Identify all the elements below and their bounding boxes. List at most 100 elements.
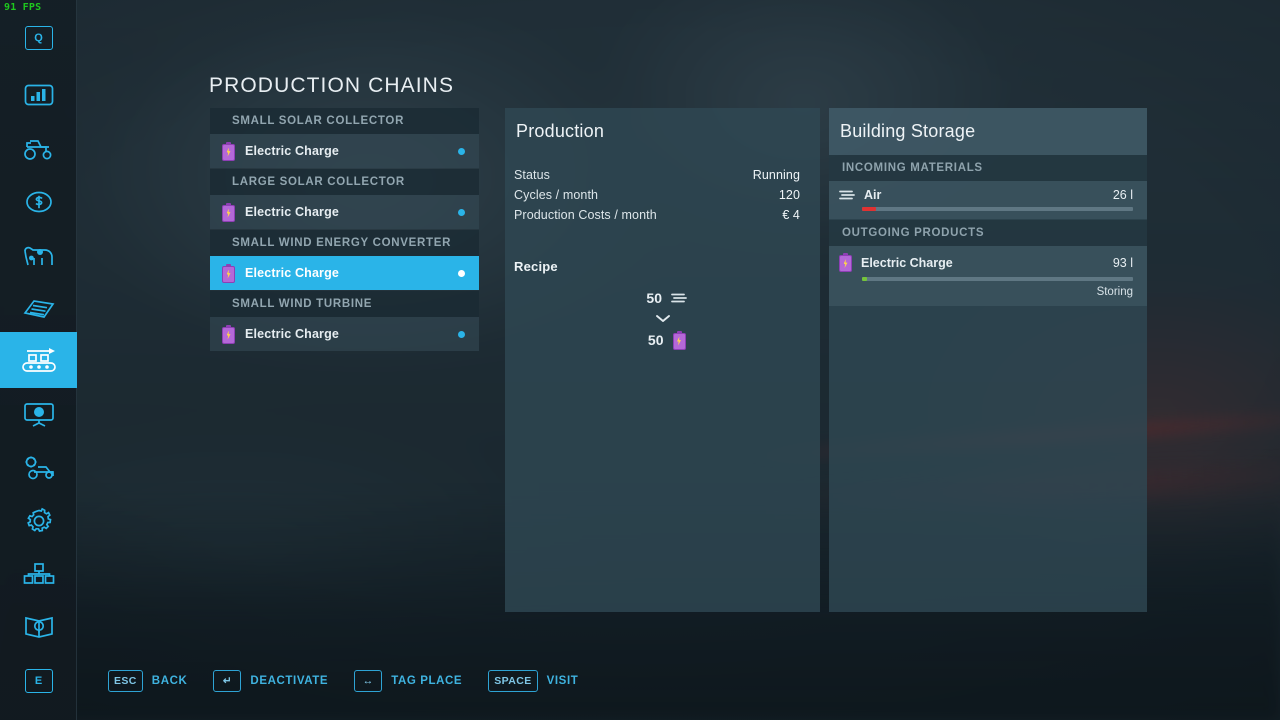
stat-value: Running (753, 168, 800, 182)
chain-row-label: Electric Charge (245, 266, 458, 280)
sidebar-item-statistics[interactable] (0, 67, 77, 123)
key-esc-icon: ESC (108, 670, 143, 692)
chain-row[interactable]: Electric Charge (210, 134, 479, 168)
stat-label: Production Costs / month (514, 208, 657, 222)
recipe-input-amount: 50 (638, 290, 662, 306)
hint-label: TAG PLACE (391, 675, 462, 687)
key-space-icon: SPACE (488, 670, 537, 692)
recipe-output-row: 50 (640, 329, 686, 351)
storage-item-qty: 93 l (1113, 256, 1133, 270)
stat-row-costs: Production Costs / month € 4 (514, 208, 800, 228)
stat-value: 120 (779, 188, 800, 202)
chain-group-header: SMALL WIND TURBINE (210, 291, 479, 317)
chain-group-header: SMALL SOLAR COLLECTOR (210, 108, 479, 134)
production-panel-title: Production (505, 108, 820, 155)
storage-panel-title: Building Storage (829, 108, 1147, 155)
storage-group-header-incoming: INCOMING MATERIALS (829, 155, 1147, 181)
sidebar-item-help[interactable] (0, 599, 77, 655)
sidebar-item-key-e[interactable]: E (0, 653, 77, 709)
key-enter-icon: ↵ (213, 670, 241, 692)
electric-charge-icon (222, 142, 235, 161)
storage-item-name: Electric Charge (861, 256, 1113, 270)
storage-row-top: Electric Charge 93 l (839, 253, 1133, 272)
key-q-icon: Q (25, 26, 53, 50)
help-book-icon (23, 614, 55, 640)
tractor-icon (21, 136, 57, 162)
sidebar-item-production-chains[interactable] (0, 332, 77, 388)
storage-row-air[interactable]: Air 26 l (829, 181, 1147, 219)
production-chain-list[interactable]: SMALL SOLAR COLLECTOR Electric Charge LA… (210, 108, 479, 352)
sidebar-item-multiplayer[interactable] (0, 546, 77, 602)
page-title: PRODUCTION CHAINS (209, 74, 454, 98)
sidebar-item-vehicles[interactable] (0, 121, 77, 177)
electric-charge-icon (222, 203, 235, 222)
hint-tag-place[interactable]: ↔ TAG PLACE (354, 670, 462, 692)
electric-charge-icon (222, 325, 235, 344)
stat-row-status: Status Running (514, 168, 800, 188)
recipe-input-row: 50 (638, 287, 687, 309)
status-dot (458, 331, 465, 338)
storage-row-electric-charge[interactable]: Electric Charge 93 l Storing (829, 246, 1147, 306)
game-screen: 91 FPS Q (0, 0, 1280, 720)
chain-row[interactable]: Electric Charge (210, 195, 479, 229)
key-e-icon: E (25, 669, 53, 693)
sidebar-item-finances[interactable] (0, 174, 77, 230)
gear-icon (25, 507, 53, 535)
storage-fill (862, 277, 867, 281)
stat-value: € 4 (782, 208, 800, 222)
chain-row-selected[interactable]: Electric Charge (210, 256, 479, 290)
chain-group-header: SMALL WIND ENERGY CONVERTER (210, 230, 479, 256)
chevron-down-icon (655, 314, 671, 323)
hint-label: DEACTIVATE (250, 675, 328, 687)
sidebar-item-contracts[interactable] (0, 281, 77, 337)
hint-visit[interactable]: SPACE VISIT (488, 670, 578, 692)
sidebar-item-animals[interactable] (0, 227, 77, 283)
storage-group-header-outgoing: OUTGOING PRODUCTS (829, 220, 1147, 246)
recipe-output-amount: 50 (640, 332, 664, 348)
sidebar-item-settings[interactable] (0, 493, 77, 549)
sidebar-item-vehicle-settings[interactable] (0, 440, 77, 496)
storage-fill-bar (862, 207, 1133, 211)
chain-row-label: Electric Charge (245, 144, 458, 158)
recipe-diagram: 50 50 (505, 287, 820, 351)
electric-charge-icon (222, 264, 235, 283)
chain-group-header: LARGE SOLAR COLLECTOR (210, 169, 479, 195)
sidebar-item-map-overview[interactable] (0, 387, 77, 443)
recipe-heading: Recipe (514, 259, 820, 274)
air-icon (671, 292, 687, 304)
production-stats: Status Running Cycles / month 120 Produc… (505, 155, 820, 228)
stat-label: Status (514, 168, 550, 182)
storage-item-qty: 26 l (1113, 188, 1133, 202)
storage-item-name: Air (864, 188, 1113, 202)
main-menu-sidebar[interactable]: Q (0, 0, 77, 720)
chain-row-label: Electric Charge (245, 205, 458, 219)
chain-row-label: Electric Charge (245, 327, 458, 341)
building-storage-panel: Building Storage INCOMING MATERIALS Air … (829, 108, 1147, 612)
hint-label: BACK (152, 675, 188, 687)
hint-deactivate[interactable]: ↵ DEACTIVATE (213, 670, 328, 692)
production-chains-icon (20, 346, 58, 374)
dollar-coin-icon (24, 189, 54, 215)
storage-fill-bar (862, 277, 1133, 281)
statistics-icon (24, 83, 54, 107)
fps-counter: 91 FPS (4, 2, 41, 13)
vehicle-settings-icon (20, 455, 58, 481)
storage-fill (862, 207, 876, 211)
electric-charge-icon (839, 253, 852, 272)
hint-label: VISIT (547, 675, 579, 687)
status-dot (458, 148, 465, 155)
map-overview-icon (23, 402, 55, 428)
sidebar-item-key-q[interactable]: Q (0, 10, 77, 66)
org-chart-icon (23, 562, 55, 586)
storage-item-status: Storing (839, 286, 1133, 298)
status-dot (458, 209, 465, 216)
stat-row-cycles: Cycles / month 120 (514, 188, 800, 208)
stat-label: Cycles / month (514, 188, 598, 202)
status-dot (458, 270, 465, 277)
electric-charge-icon (673, 331, 686, 350)
key-arrows-icon: ↔ (354, 670, 382, 692)
hint-back[interactable]: ESC BACK (108, 670, 187, 692)
chain-row[interactable]: Electric Charge (210, 317, 479, 351)
cow-icon (20, 242, 58, 268)
air-icon (839, 189, 855, 201)
